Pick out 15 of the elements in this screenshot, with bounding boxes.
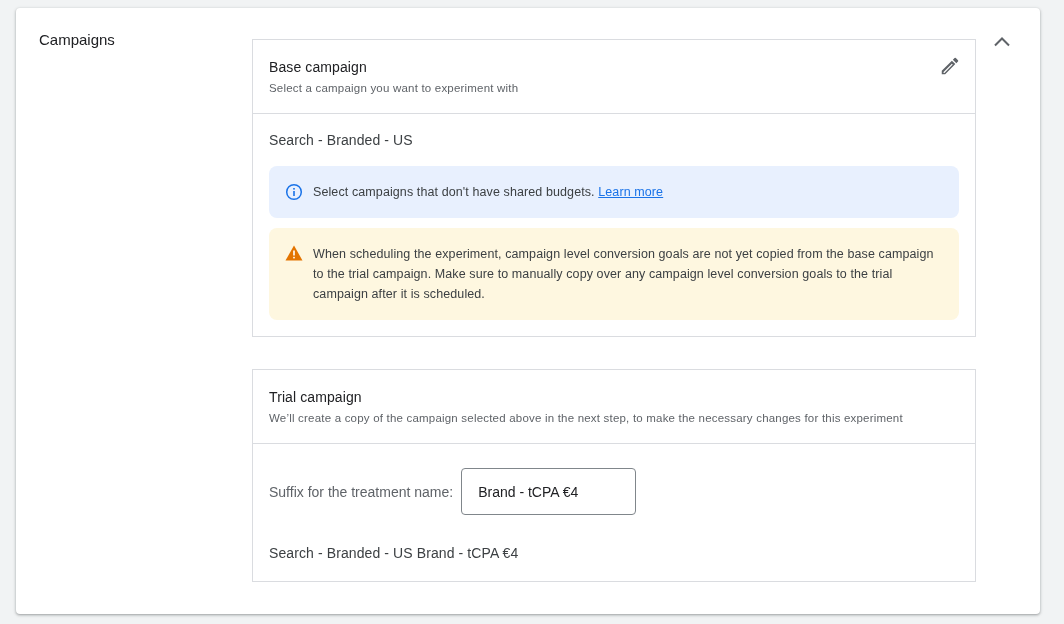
card-title: Trial campaign (269, 388, 363, 407)
campaign-name: Search - Branded - US (269, 131, 414, 150)
card-subtitle: Select a campaign you want to experiment with (269, 81, 519, 96)
learn-more-link[interactable]: Learn more (598, 185, 664, 199)
warning-message: When scheduling the experiment, campaign level conversion goals are not yet copied from the base campaign to the trial campaign. Make sure to manually copy over any campaign level conversion goals to the trial campaign after it is scheduled. (313, 246, 935, 303)
treatment-campaign-name: Search - Branded - US Brand - tCPA €4 (269, 544, 520, 563)
card-subtitle: We’ll create a copy of the campaign selected above in the next step, to make the necessary changes for this experiment (269, 411, 903, 426)
section-title: Campaigns (39, 30, 116, 50)
card-title: Base campaign (269, 58, 368, 77)
suffix-input[interactable]: Brand - tCPA €4 (461, 468, 637, 515)
info-message: Select campaigns that don't have shared budgets. Learn more (313, 184, 664, 201)
info-icon (285, 183, 303, 201)
suffix-label: Suffix for the treatment name: (269, 483, 454, 500)
pencil-icon (939, 55, 961, 77)
warning-icon (285, 245, 303, 261)
